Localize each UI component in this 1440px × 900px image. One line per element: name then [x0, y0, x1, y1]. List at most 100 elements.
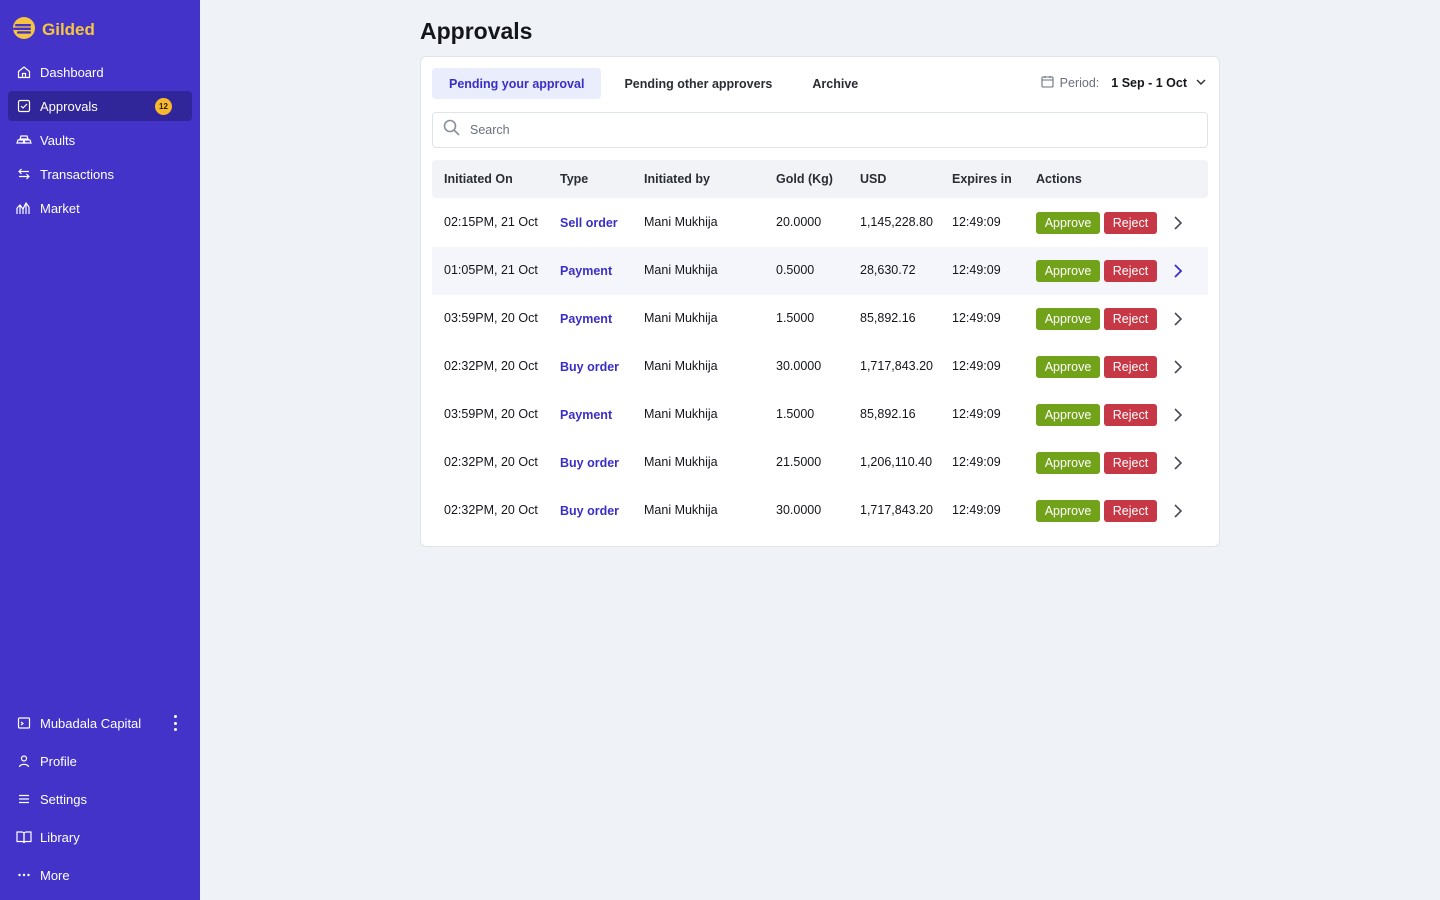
sidebar-item-profile[interactable]: Profile	[8, 746, 192, 776]
menu-lines-icon	[16, 791, 32, 807]
chevron-right-icon[interactable]	[1170, 261, 1186, 281]
chevron-right-icon[interactable]	[1170, 357, 1186, 377]
reject-button[interactable]: Reject	[1104, 308, 1157, 330]
cell-gold: 0.5000	[776, 263, 815, 277]
table-row[interactable]: 02:32PM, 20 Oct Buy order Mani Mukhija 3…	[432, 487, 1208, 535]
cell-initiated-by: Mani Mukhija	[644, 407, 718, 421]
cell-gold: 1.5000	[776, 407, 815, 421]
cell-type-link[interactable]: Buy order	[560, 456, 619, 470]
table-row[interactable]: 03:59PM, 20 Oct Payment Mani Mukhija 1.5…	[432, 295, 1208, 343]
approve-button[interactable]: Approve	[1036, 404, 1100, 426]
approve-button[interactable]: Approve	[1036, 500, 1100, 522]
brand[interactable]: Gilded	[12, 16, 95, 45]
cell-expires: 12:49:09	[952, 407, 1001, 421]
sidebar-item-label: Dashboard	[40, 64, 104, 80]
table-row[interactable]: 02:32PM, 20 Oct Buy order Mani Mukhija 2…	[432, 439, 1208, 487]
column-header[interactable]: Initiated On	[444, 172, 513, 186]
cell-initiated-on: 03:59PM, 20 Oct	[444, 311, 538, 325]
cell-expires: 12:49:09	[952, 455, 1001, 469]
table-row[interactable]: 02:15PM, 21 Oct Sell order Mani Mukhija …	[432, 199, 1208, 247]
org-switcher[interactable]: Mubadala Capital	[8, 708, 192, 738]
gilded-logo-icon	[12, 16, 36, 45]
sidebar-item-approvals[interactable]: Approvals 12	[8, 91, 192, 121]
sidebar-item-transactions[interactable]: Transactions	[8, 159, 192, 189]
market-chart-icon	[16, 200, 32, 216]
tab-pending-your-approval[interactable]: Pending your approval	[432, 68, 602, 99]
reject-button[interactable]: Reject	[1104, 260, 1157, 282]
chevron-right-icon[interactable]	[1170, 309, 1186, 329]
sidebar-item-vaults[interactable]: Vaults	[8, 125, 192, 155]
cell-initiated-on: 02:15PM, 21 Oct	[444, 215, 538, 229]
period-value: 1 Sep - 1 Oct	[1111, 76, 1187, 90]
tab-archive[interactable]: Archive	[795, 68, 875, 99]
approve-button[interactable]: Approve	[1036, 452, 1100, 474]
table-row[interactable]: 03:59PM, 20 Oct Payment Mani Mukhija 1.5…	[432, 391, 1208, 439]
sidebar-item-more[interactable]: More	[8, 860, 192, 890]
column-header[interactable]: Type	[560, 172, 588, 186]
ellipsis-icon	[16, 867, 32, 883]
cell-expires: 12:49:09	[952, 215, 1001, 229]
column-header[interactable]: Initiated by	[644, 172, 710, 186]
approve-button[interactable]: Approve	[1036, 308, 1100, 330]
chevron-down-icon	[1195, 76, 1207, 91]
tab-bar: Pending your approval Pending other appr…	[432, 68, 875, 99]
column-header[interactable]: USD	[860, 172, 886, 186]
org-name: Mubadala Capital	[40, 715, 142, 731]
search-input[interactable]	[470, 123, 1170, 137]
reject-button[interactable]: Reject	[1104, 404, 1157, 426]
sidebar-item-label: Market	[40, 200, 80, 216]
transfer-icon	[16, 166, 32, 182]
sidebar-item-settings[interactable]: Settings	[8, 784, 192, 814]
cell-type-link[interactable]: Buy order	[560, 504, 619, 518]
search-box	[432, 112, 1208, 148]
cell-initiated-on: 03:59PM, 20 Oct	[444, 407, 538, 421]
cell-usd: 1,717,843.20	[860, 503, 933, 517]
approvals-count-badge: 12	[155, 98, 172, 115]
sidebar-nav: Dashboard Approvals 12 Vaults Transactio…	[8, 57, 192, 227]
sidebar-item-market[interactable]: Market	[8, 193, 192, 223]
column-header[interactable]: Gold (Kg)	[776, 172, 833, 186]
cell-initiated-by: Mani Mukhija	[644, 503, 718, 517]
cell-type-link[interactable]: Payment	[560, 264, 612, 278]
user-icon	[16, 753, 32, 769]
column-header[interactable]: Expires in	[952, 172, 1012, 186]
page-title: Approvals	[420, 18, 533, 44]
home-icon	[16, 64, 32, 80]
kebab-menu-icon[interactable]	[170, 715, 180, 731]
reject-button[interactable]: Reject	[1104, 500, 1157, 522]
cell-gold: 21.5000	[776, 455, 822, 469]
chevron-right-icon[interactable]	[1170, 501, 1186, 521]
sidebar-item-label: Approvals	[40, 98, 98, 114]
reject-button[interactable]: Reject	[1104, 212, 1157, 234]
cell-gold: 30.0000	[776, 359, 822, 373]
reject-button[interactable]: Reject	[1104, 356, 1157, 378]
sidebar-item-label: Vaults	[40, 132, 76, 148]
chevron-right-icon[interactable]	[1170, 213, 1186, 233]
tab-pending-other-approvers[interactable]: Pending other approvers	[607, 68, 789, 99]
approve-button[interactable]: Approve	[1036, 260, 1100, 282]
cell-type-link[interactable]: Payment	[560, 408, 612, 422]
period-selector[interactable]: Period: 1 Sep - 1 Oct	[1041, 75, 1207, 91]
cell-usd: 1,206,110.40	[860, 455, 933, 469]
reject-button[interactable]: Reject	[1104, 452, 1157, 474]
brand-name: Gilded	[42, 20, 95, 39]
table-row[interactable]: 02:32PM, 20 Oct Buy order Mani Mukhija 3…	[432, 343, 1208, 391]
approve-button[interactable]: Approve	[1036, 356, 1100, 378]
cell-type-link[interactable]: Payment	[560, 312, 612, 326]
cell-expires: 12:49:09	[952, 311, 1001, 325]
cell-initiated-on: 02:32PM, 20 Oct	[444, 503, 538, 517]
cell-type-link[interactable]: Buy order	[560, 360, 619, 374]
sidebar-bottom: Mubadala Capital Profile Settings Librar…	[8, 708, 192, 898]
cell-type-link[interactable]: Sell order	[560, 216, 618, 230]
cell-initiated-on: 02:32PM, 20 Oct	[444, 455, 538, 469]
chevron-right-icon[interactable]	[1170, 405, 1186, 425]
cell-usd: 1,145,228.80	[860, 215, 933, 229]
column-header: Actions	[1036, 172, 1082, 186]
sidebar-item-dashboard[interactable]: Dashboard	[8, 57, 192, 87]
cell-initiated-by: Mani Mukhija	[644, 311, 718, 325]
sidebar-item-library[interactable]: Library	[8, 822, 192, 852]
chevron-right-icon[interactable]	[1170, 453, 1186, 473]
sidebar-item-label: More	[40, 867, 70, 883]
approve-button[interactable]: Approve	[1036, 212, 1100, 234]
table-row[interactable]: 01:05PM, 21 Oct Payment Mani Mukhija 0.5…	[432, 247, 1208, 295]
